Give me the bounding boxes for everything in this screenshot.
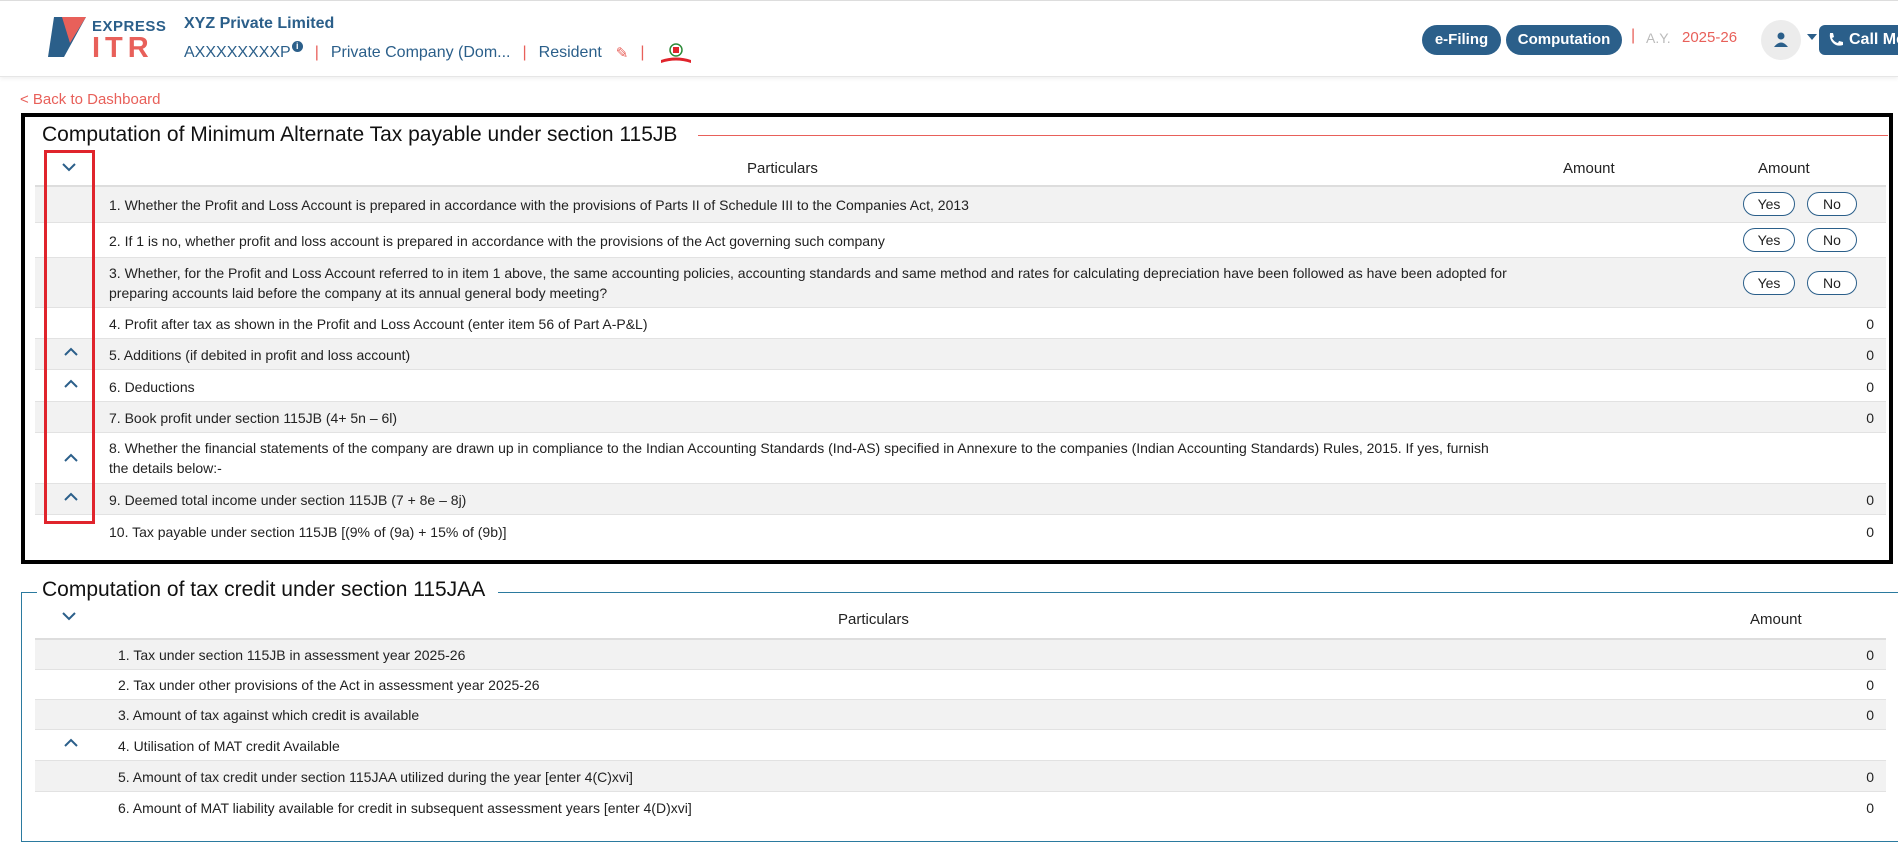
col-particulars: Particulars xyxy=(747,160,818,177)
row-amount: 0 xyxy=(1866,347,1874,363)
company-info: AXXXXXXXXP i | Private Company (Dom... |… xyxy=(184,40,693,65)
separator: | xyxy=(1631,27,1636,44)
fieldset-border xyxy=(698,135,1888,136)
logo-mark-icon xyxy=(48,17,86,57)
row-text: 4. Utilisation of MAT credit Available xyxy=(118,738,340,754)
ay-value[interactable]: 2025-26 xyxy=(1682,29,1737,46)
separator: | xyxy=(640,44,645,61)
row-amount: 0 xyxy=(1866,647,1874,663)
phone-icon xyxy=(1829,33,1843,46)
row-amount: 0 xyxy=(1866,410,1874,426)
computation-button[interactable]: Computation xyxy=(1506,25,1622,55)
separator: | xyxy=(314,44,319,61)
table-row: 1. Whether the Profit and Loss Account i… xyxy=(35,187,1886,223)
efiling-button[interactable]: e-Filing xyxy=(1422,25,1501,55)
back-to-dashboard-link[interactable]: < Back to Dashboard xyxy=(20,91,161,108)
row-text: 10. Tax payable under section 115JB [(9%… xyxy=(109,524,507,540)
info-icon[interactable]: i xyxy=(291,40,303,52)
row-text: 1. Tax under section 115JB in assessment… xyxy=(118,647,466,663)
residency-status: Resident xyxy=(538,44,602,61)
col-amount: Amount xyxy=(1750,611,1802,628)
col-particulars: Particulars xyxy=(838,611,909,628)
col-amount-1: Amount xyxy=(1563,160,1615,177)
express-itr-logo[interactable]: EXPRESS ITR xyxy=(48,15,166,64)
table-row: 6. Amount of MAT liability available for… xyxy=(35,792,1886,823)
row-amount: 0 xyxy=(1866,379,1874,395)
table-row: 3. Amount of tax against which credit is… xyxy=(35,700,1886,730)
user-avatar[interactable] xyxy=(1761,20,1801,60)
table-row: 2. If 1 is no, whether profit and loss a… xyxy=(35,223,1886,258)
logo-itr-text: ITR xyxy=(92,32,154,64)
mat-table: Particulars Amount Amount 1. Whether the… xyxy=(35,150,1886,540)
table-row: 1. Tax under section 115JB in assessment… xyxy=(35,640,1886,670)
table-row: 10. Tax payable under section 115JB [(9%… xyxy=(35,515,1886,548)
row-amount: 0 xyxy=(1866,800,1874,816)
table-row: 4. Utilisation of MAT credit Available xyxy=(35,730,1886,761)
row-amount: 0 xyxy=(1866,524,1874,540)
row-text: 5. Amount of tax credit under section 11… xyxy=(118,769,633,785)
mat-credit-section-title: Computation of tax credit under section … xyxy=(42,578,486,602)
ay-label: A.Y. xyxy=(1646,30,1671,46)
call-me-label: Call Me xyxy=(1849,31,1898,48)
mat-section-title: Computation of Minimum Alternate Tax pay… xyxy=(42,123,678,147)
table-row: 8. Whether the financial statements of t… xyxy=(35,433,1886,484)
call-me-button[interactable]: Call Me xyxy=(1819,25,1898,55)
row-amount: 0 xyxy=(1866,492,1874,508)
table-row: 5. Amount of tax credit under section 11… xyxy=(35,761,1886,792)
emblem-icon[interactable] xyxy=(659,41,693,65)
table-row: 7. Book profit under section 115JB (4+ 5… xyxy=(35,402,1886,433)
pan-number: AXXXXXXXXP xyxy=(184,44,291,61)
expand-chevron-up-icon[interactable] xyxy=(62,736,80,750)
row-amount: 0 xyxy=(1866,677,1874,693)
yes-button[interactable]: Yes xyxy=(1743,271,1795,295)
yes-button[interactable]: Yes xyxy=(1743,192,1795,216)
no-button[interactable]: No xyxy=(1807,228,1857,252)
fieldset-border xyxy=(21,841,1898,842)
row-text: 9. Deemed total income under section 115… xyxy=(109,492,467,508)
row-text: 7. Book profit under section 115JB (4+ 5… xyxy=(109,410,398,426)
table-row: 2. Tax under other provisions of the Act… xyxy=(35,670,1886,700)
row-text: 6. Amount of MAT liability available for… xyxy=(118,800,692,816)
mat-credit-table: Particulars Amount 1. Tax under section … xyxy=(35,603,1886,833)
table-row: 4. Profit after tax as shown in the Prof… xyxy=(35,308,1886,339)
table-row: 3. Whether, for the Profit and Loss Acco… xyxy=(35,258,1886,308)
edit-pencil-icon[interactable]: ✎ xyxy=(616,44,629,62)
row-amount: 0 xyxy=(1866,769,1874,785)
table-row: 6. Deductions 0 xyxy=(35,370,1886,402)
row-text: 5. Additions (if debited in profit and l… xyxy=(109,347,411,363)
row-text: 2. Tax under other provisions of the Act… xyxy=(118,677,540,693)
no-button[interactable]: No xyxy=(1807,192,1857,216)
row-text: 3. Amount of tax against which credit is… xyxy=(118,707,420,723)
fieldset-border xyxy=(498,592,1898,593)
chevron-column-highlight xyxy=(44,150,95,524)
company-name: XYZ Private Limited xyxy=(184,15,335,32)
row-text: 1. Whether the Profit and Loss Account i… xyxy=(109,197,969,213)
table-row: 9. Deemed total income under section 115… xyxy=(35,484,1886,515)
fieldset-border xyxy=(21,592,37,593)
row-amount: 0 xyxy=(1866,316,1874,332)
user-icon xyxy=(1774,32,1788,47)
row-amount: 0 xyxy=(1866,707,1874,723)
collapse-all-chevron-down-icon[interactable] xyxy=(60,609,78,623)
row-text: 4. Profit after tax as shown in the Prof… xyxy=(109,316,648,332)
row-text: 2. If 1 is no, whether profit and loss a… xyxy=(109,233,885,249)
company-type[interactable]: Private Company (Dom... xyxy=(331,44,511,62)
col-amount-2: Amount xyxy=(1758,160,1810,177)
row-text: 8. Whether the financial statements of t… xyxy=(109,440,1489,476)
separator: | xyxy=(522,44,527,61)
row-text: 6. Deductions xyxy=(109,379,195,395)
row-text: 3. Whether, for the Profit and Loss Acco… xyxy=(109,265,1507,301)
no-button[interactable]: No xyxy=(1807,271,1857,295)
yes-button[interactable]: Yes xyxy=(1743,228,1795,252)
fieldset-border xyxy=(21,592,22,842)
top-header: EXPRESS ITR XYZ Private Limited AXXXXXXX… xyxy=(0,0,1898,77)
table-row: 5. Additions (if debited in profit and l… xyxy=(35,339,1886,370)
user-menu-caret-icon[interactable] xyxy=(1807,34,1817,40)
